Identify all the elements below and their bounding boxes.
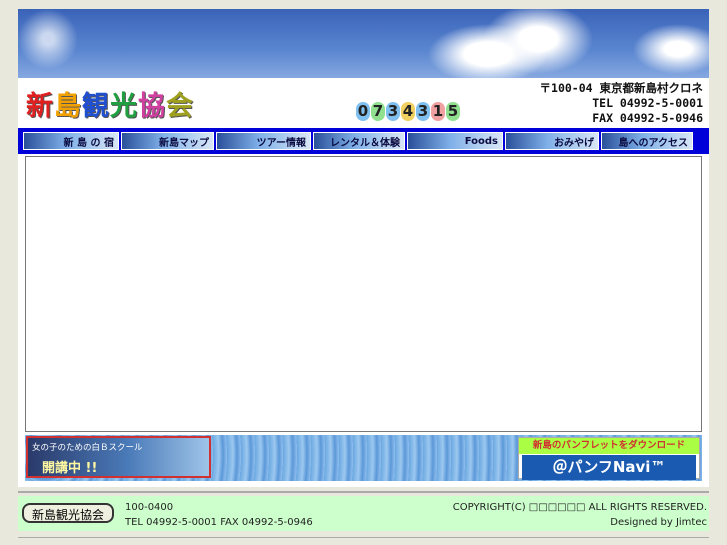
phone-digit: 0: [356, 102, 370, 121]
nav-item-label: レンタル＆体験: [330, 137, 400, 149]
nav-item-map[interactable]: 新島マップ: [121, 132, 214, 150]
nav-item-label: ツアー情報: [256, 137, 306, 149]
logo-char: 観: [82, 91, 110, 122]
pamphlet-banner-logo: ＠パンフNavi™: [522, 455, 696, 480]
main-nav: 新 島 の 宿 新島マップ ツアー情報 レンタル＆体験 Foods おみやげ 島…: [18, 128, 709, 154]
nav-item-lodging[interactable]: 新 島 の 宿: [23, 132, 119, 150]
footer-divider-bottom: [18, 537, 709, 538]
main-content-frame: [25, 156, 702, 432]
page-frame: 新島観光協会 0 7 3 4 3 1 5 〒100-04 東京都新島村クロネ T…: [18, 9, 709, 487]
nav-item-rental[interactable]: レンタル＆体験: [313, 132, 405, 150]
phone-digit: 3: [386, 102, 400, 121]
header-address: 〒100-04 東京都新島村クロネ TEL 04992-5-0001 FAX 0…: [540, 81, 703, 126]
phone-digit: 5: [446, 102, 460, 121]
footer-contact: 100-0400 TEL 04992-5-0001 FAX 04992-5-09…: [125, 500, 313, 530]
nav-item-foods[interactable]: Foods: [407, 132, 503, 150]
nav-item-souvenirs[interactable]: おみやげ: [505, 132, 599, 150]
nav-item-tours[interactable]: ツアー情報: [216, 132, 311, 150]
phone-digit: 7: [371, 102, 385, 121]
logo-char: 協: [138, 91, 166, 122]
fax-line: FAX 04992-5-0946: [592, 111, 703, 125]
footer-copyright: COPYRIGHT(C) □□□□□□ ALL RIGHTS RESERVED.: [452, 502, 707, 513]
site-footer: 新島観光協会 100-0400 TEL 04992-5-0001 FAX 049…: [18, 496, 709, 531]
pamphlet-banner[interactable]: 新島のパンフレットをダウンロード ＠パンフNavi™: [518, 437, 700, 480]
footer-postal: 100-0400: [125, 502, 174, 513]
phone-digit: 1: [431, 102, 445, 121]
nav-item-label: 新島マップ: [159, 137, 209, 149]
logo-char: 会: [166, 91, 194, 122]
footer-tel-fax: TEL 04992-5-0001 FAX 04992-5-0946: [125, 517, 313, 528]
address-line: 〒100-04 東京都新島村クロネ: [539, 81, 703, 95]
site-header: 新島観光協会 0 7 3 4 3 1 5 〒100-04 東京都新島村クロネ T…: [18, 78, 709, 128]
nav-item-label: 新 島 の 宿: [63, 137, 114, 149]
nav-item-label: おみやげ: [554, 137, 594, 149]
school-banner[interactable]: 女の子のための白Ｂスクール 開講中 !!: [26, 436, 211, 478]
footer-designer: Designed by Jimtec: [610, 517, 707, 528]
tel-line: TEL 04992-5-0001: [592, 96, 703, 110]
footer-credits: COPYRIGHT(C) □□□□□□ ALL RIGHTS RESERVED.…: [453, 500, 707, 530]
sky-banner-image: [18, 9, 709, 78]
logo-char: 新: [26, 91, 54, 122]
school-banner-title: 開講中 !!: [42, 461, 98, 476]
nav-item-label: Foods: [464, 135, 498, 147]
phone-digit: 3: [416, 102, 430, 121]
logo-char: 島: [54, 91, 82, 122]
nav-item-access[interactable]: 島へのアクセス: [601, 132, 693, 150]
phone-code: 0 7 3 4 3 1 5: [356, 102, 460, 121]
school-banner-subtitle: 女の子のための白Ｂスクール: [32, 443, 143, 453]
footer-divider-top: [18, 491, 709, 493]
logo-char: 光: [110, 91, 138, 122]
phone-digit: 4: [401, 102, 415, 121]
site-logo[interactable]: 新島観光協会: [26, 84, 194, 123]
footer-logo[interactable]: 新島観光協会: [22, 503, 114, 523]
nav-item-label: 島へのアクセス: [618, 137, 689, 149]
promo-strip: 女の子のための白Ｂスクール 開講中 !! 新島のパンフレットをダウンロード ＠パ…: [25, 435, 702, 481]
pamphlet-banner-caption: 新島のパンフレットをダウンロード: [519, 438, 699, 454]
